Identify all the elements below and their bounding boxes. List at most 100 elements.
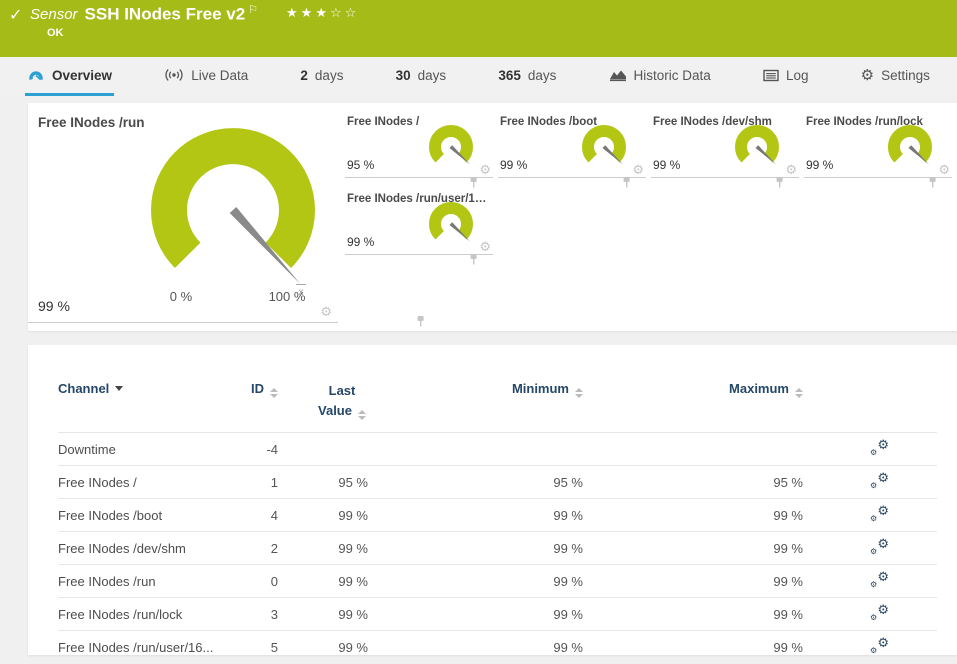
channel-maximum: 99 % xyxy=(583,597,803,631)
stars-empty[interactable]: ☆☆ xyxy=(330,5,359,20)
sort-desc-icon[interactable] xyxy=(115,386,124,391)
channels-table: Channel ID Last Value Minimum Maximum Dow… xyxy=(58,377,937,664)
column-header-id[interactable]: ID xyxy=(220,377,278,433)
sort-icon[interactable] xyxy=(357,409,366,420)
channel-name: Free INodes / xyxy=(58,465,220,499)
sort-icon[interactable] xyxy=(575,388,583,398)
channel-settings-gears-icon[interactable]: ⚙ ⚙ xyxy=(870,503,889,523)
tab-overview[interactable]: Overview xyxy=(25,57,115,96)
main-gauge-value: 99 % xyxy=(38,298,70,314)
table-row: Free INodes /run/user/16... 5 99 % 99 % … xyxy=(58,630,937,664)
live-data-icon xyxy=(165,69,183,81)
mini-gauge-panel[interactable]: Free INodes /run/lock 99 % ⚙ xyxy=(804,108,952,188)
gauge-settings-gear-icon[interactable]: ⚙ xyxy=(938,163,950,176)
channel-id: 1 xyxy=(220,465,278,499)
channel-id: 2 xyxy=(220,531,278,565)
column-header-minimum[interactable]: Minimum xyxy=(368,377,583,433)
mini-gauge-panel[interactable]: Free INodes /boot 99 % ⚙ xyxy=(498,108,646,188)
channel-last-value: 99 % xyxy=(278,531,368,565)
mini-gauge-panel[interactable]: Free INodes /dev/shm 99 % ⚙ xyxy=(651,108,799,188)
gauge-settings-gear-icon[interactable]: ⚙ xyxy=(320,305,332,318)
gauge-settings-gear-icon[interactable]: ⚙ xyxy=(479,163,491,176)
channel-maximum: 99 % xyxy=(583,630,803,664)
gauge-settings-gear-icon[interactable]: ⚙ xyxy=(479,240,491,253)
tab-historic-data[interactable]: Historic Data xyxy=(607,57,713,96)
priority-stars[interactable]: ★★★☆☆ xyxy=(286,5,359,20)
column-header-maximum-label: Maximum xyxy=(729,381,789,396)
pin-icon[interactable] xyxy=(415,315,426,328)
channel-last-value: 99 % xyxy=(278,597,368,631)
column-header-channel[interactable]: Channel xyxy=(58,377,220,433)
tab-30-days[interactable]: 30 days xyxy=(394,57,449,96)
channel-settings-gears-icon[interactable]: ⚙ ⚙ xyxy=(870,569,889,589)
gear-icon: ⚙ xyxy=(860,66,875,84)
tab-30-days-number: 30 xyxy=(395,67,411,83)
tab-365-days[interactable]: 365 days xyxy=(496,57,558,96)
mini-gauge-panel[interactable]: Free INodes / 95 % ⚙ xyxy=(345,108,493,188)
channel-name: Free INodes /dev/shm xyxy=(58,531,220,565)
channel-settings-gears-icon[interactable]: ⚙ ⚙ xyxy=(870,437,889,457)
channel-id: 5 xyxy=(220,630,278,664)
channel-name: Free INodes /boot xyxy=(58,498,220,532)
channel-minimum: 99 % xyxy=(368,564,583,598)
tab-bar: Overview Live Data 2 days 30 days 365 da… xyxy=(0,57,957,96)
pin-icon[interactable] xyxy=(927,176,938,189)
sensor-header: ✓ Sensor SSH INodes Free v2 ⚐ ★★★☆☆ OK xyxy=(0,0,957,57)
channel-settings-gears-icon[interactable]: ⚙ ⚙ xyxy=(870,602,889,622)
mini-gauge-panel[interactable]: Free INodes /run/user/16342... 99 % ⚙ xyxy=(345,185,493,265)
status-badge: OK xyxy=(47,27,64,39)
tab-2-days-label: days xyxy=(314,67,344,83)
tab-log[interactable]: Log xyxy=(761,57,811,96)
gauge-settings-gear-icon[interactable]: ⚙ xyxy=(632,163,644,176)
stars-filled[interactable]: ★★★ xyxy=(286,5,330,20)
channel-minimum: 95 % xyxy=(368,465,583,499)
mini-gauge-value: 99 % xyxy=(500,158,528,172)
column-header-last-value[interactable]: Last Value xyxy=(278,377,368,433)
channel-id: -4 xyxy=(220,432,278,466)
pin-icon[interactable] xyxy=(468,253,479,266)
pin-icon[interactable] xyxy=(621,176,632,189)
gauge-icon xyxy=(29,70,43,80)
channel-settings-gears-icon[interactable]: ⚙ ⚙ xyxy=(870,635,889,655)
table-row: Downtime -4 ⚙ ⚙ xyxy=(58,432,937,466)
channel-name: Free INodes /run/user/16... xyxy=(58,630,220,664)
tab-settings[interactable]: ⚙ Settings xyxy=(859,57,932,96)
tab-live-data[interactable]: Live Data xyxy=(162,57,250,96)
column-header-maximum[interactable]: Maximum xyxy=(583,377,803,433)
table-row: Free INodes /run 0 99 % 99 % 99 % ⚙ ⚙ xyxy=(58,564,937,598)
mini-gauge-chart xyxy=(429,202,473,242)
area-chart-icon xyxy=(609,70,626,82)
mini-gauge-value: 99 % xyxy=(806,158,834,172)
tab-30-days-label: days xyxy=(417,67,447,83)
channel-minimum: 99 % xyxy=(368,531,583,565)
mini-gauge-title: Free INodes / xyxy=(347,116,420,128)
tab-overview-label: Overview xyxy=(52,67,113,83)
log-icon xyxy=(763,69,779,81)
gauge-settings-gear-icon[interactable]: ⚙ xyxy=(785,163,797,176)
tab-live-data-label: Live Data xyxy=(191,67,249,83)
status-ok-check-icon: ✓ xyxy=(9,7,23,24)
pin-icon[interactable] xyxy=(774,176,785,189)
channel-maximum xyxy=(583,432,803,466)
flag-icon[interactable]: ⚐ xyxy=(248,4,258,16)
object-kind-label: Sensor xyxy=(30,6,78,24)
column-header-channel-label: Channel xyxy=(58,381,110,396)
channel-minimum: 99 % xyxy=(368,630,583,664)
channel-maximum: 99 % xyxy=(583,564,803,598)
channel-id: 4 xyxy=(220,498,278,532)
channel-settings-gears-icon[interactable]: ⚙ ⚙ xyxy=(870,536,889,556)
sort-icon[interactable] xyxy=(795,388,803,398)
channel-maximum: 95 % xyxy=(583,465,803,499)
channel-last-value: 99 % xyxy=(278,498,368,532)
tab-historic-data-label: Historic Data xyxy=(633,67,711,83)
main-gauge-panel[interactable]: Free INodes /run x 0 % 100 % 99 % ⚙ xyxy=(28,103,424,327)
mini-gauge-value: 95 % xyxy=(347,158,375,172)
mini-gauge-chart xyxy=(735,125,779,165)
main-gauge-chart: x 0 % 100 % xyxy=(151,128,315,304)
channel-settings-gears-icon[interactable]: ⚙ ⚙ xyxy=(870,470,889,490)
tab-365-days-label: days xyxy=(527,67,557,83)
sort-icon[interactable] xyxy=(270,388,278,398)
tab-2-days[interactable]: 2 days xyxy=(298,57,345,96)
gauge-scale-min: 0 % xyxy=(170,289,193,304)
sensor-title: SSH INodes Free v2 xyxy=(84,4,246,24)
